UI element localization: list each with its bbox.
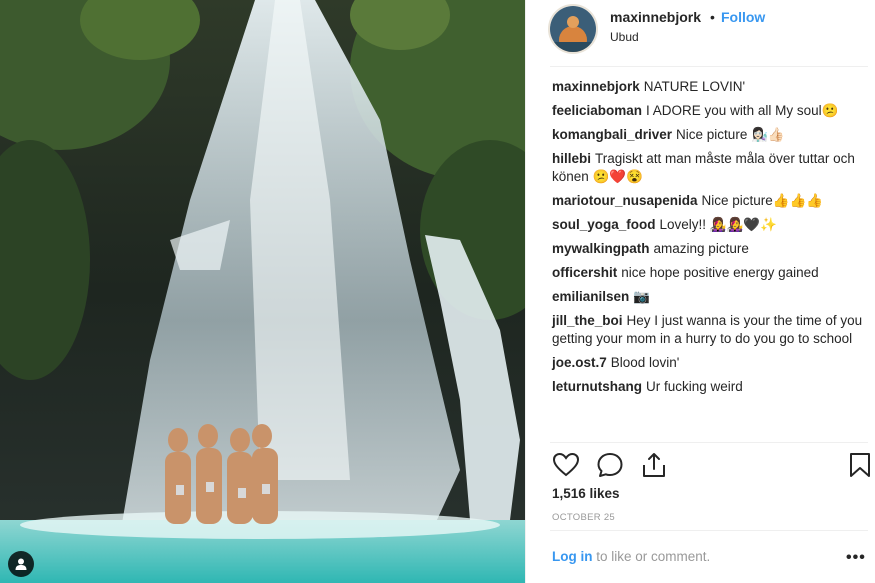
login-prompt-text: to like or comment.: [592, 549, 711, 564]
comment-item: hillebi Tragiskt att man måste måla över …: [552, 150, 872, 186]
location-link[interactable]: Ubud: [610, 30, 639, 44]
post-photo[interactable]: [0, 0, 525, 583]
comment-username[interactable]: officershit: [552, 265, 617, 280]
footer-divider: [550, 530, 868, 531]
comment-item: soul_yoga_food Lovely!! 👩‍🎤👩‍🎤🖤✨: [552, 216, 872, 234]
comment-username[interactable]: soul_yoga_food: [552, 217, 656, 232]
comment-username[interactable]: leturnutshang: [552, 379, 642, 394]
comment-item: leturnutshang Ur fucking weird: [552, 378, 872, 396]
comment-username[interactable]: feeliciaboman: [552, 103, 642, 118]
post-date: OCTOBER 25: [552, 512, 616, 523]
comment-username[interactable]: emilianilsen: [552, 289, 629, 304]
likes-count[interactable]: 1,516 likes: [552, 486, 620, 501]
comment-text: amazing picture: [653, 241, 749, 256]
comment-item: joe.ost.7 Blood lovin': [552, 354, 872, 372]
comment-item: emilianilsen 📷: [552, 288, 872, 306]
comment-username[interactable]: hillebi: [552, 151, 591, 166]
comment-item: mywalkingpath amazing picture: [552, 240, 872, 258]
header-separator: •: [710, 9, 715, 25]
header-username[interactable]: maxinnebjork: [610, 9, 701, 25]
comment-text: Blood lovin': [610, 355, 680, 370]
comment-username[interactable]: maxinnebjork: [552, 79, 640, 94]
comment-text: Nice picture👍👍👍: [701, 193, 824, 208]
post-header: maxinnebjork • Follow Ubud: [526, 0, 875, 66]
comment-text: I ADORE you with all My soul😕: [646, 103, 839, 118]
comment-item: jill_the_boi Hey I just wanna is your the…: [552, 312, 872, 348]
heart-icon[interactable]: [552, 451, 580, 479]
comment-username[interactable]: komangbali_driver: [552, 127, 672, 142]
comment-username[interactable]: joe.ost.7: [552, 355, 607, 370]
more-options-icon[interactable]: •••: [846, 549, 866, 567]
comment-item: officershit nice hope positive energy gai…: [552, 264, 872, 282]
comment-username[interactable]: mywalkingpath: [552, 241, 650, 256]
actions-divider: [550, 442, 868, 443]
comment-text: Lovely!! 👩‍🎤👩‍🎤🖤✨: [659, 217, 778, 232]
action-bar: [552, 451, 872, 481]
comment-icon[interactable]: [596, 451, 624, 479]
comment-text: nice hope positive energy gained: [621, 265, 819, 280]
comment-username[interactable]: mariotour_nusapenida: [552, 193, 698, 208]
comment-text: Nice picture 👩🏻‍🔬👍🏻: [676, 127, 785, 142]
avatar[interactable]: [548, 4, 598, 54]
share-icon[interactable]: [640, 451, 668, 479]
header-divider: [550, 66, 868, 67]
comment-item: mariotour_nusapenida Nice picture👍👍👍: [552, 192, 872, 210]
comment-item: feeliciaboman I ADORE you with all My sou…: [552, 102, 872, 120]
user-tag-icon[interactable]: [8, 551, 34, 577]
post-side-panel: maxinnebjork • Follow Ubud maxinnebjork N…: [525, 0, 875, 583]
login-prompt: Log in to like or comment.: [552, 549, 710, 564]
comment-username[interactable]: jill_the_boi: [552, 313, 623, 328]
comments-list[interactable]: maxinnebjork NATURE LOVIN' feeliciaboman I…: [552, 78, 872, 402]
bookmark-icon[interactable]: [846, 451, 874, 479]
comment-text: 📷: [633, 289, 651, 304]
login-link[interactable]: Log in: [552, 549, 593, 564]
comment-item: komangbali_driver Nice picture 👩🏻‍🔬👍🏻: [552, 126, 872, 144]
comment-item: maxinnebjork NATURE LOVIN': [552, 78, 872, 96]
comment-text: Tragiskt att man måste måla över tuttar …: [552, 151, 855, 184]
comment-text: Ur fucking weird: [646, 379, 743, 394]
comment-text: NATURE LOVIN': [643, 79, 746, 94]
follow-button[interactable]: Follow: [721, 9, 765, 25]
